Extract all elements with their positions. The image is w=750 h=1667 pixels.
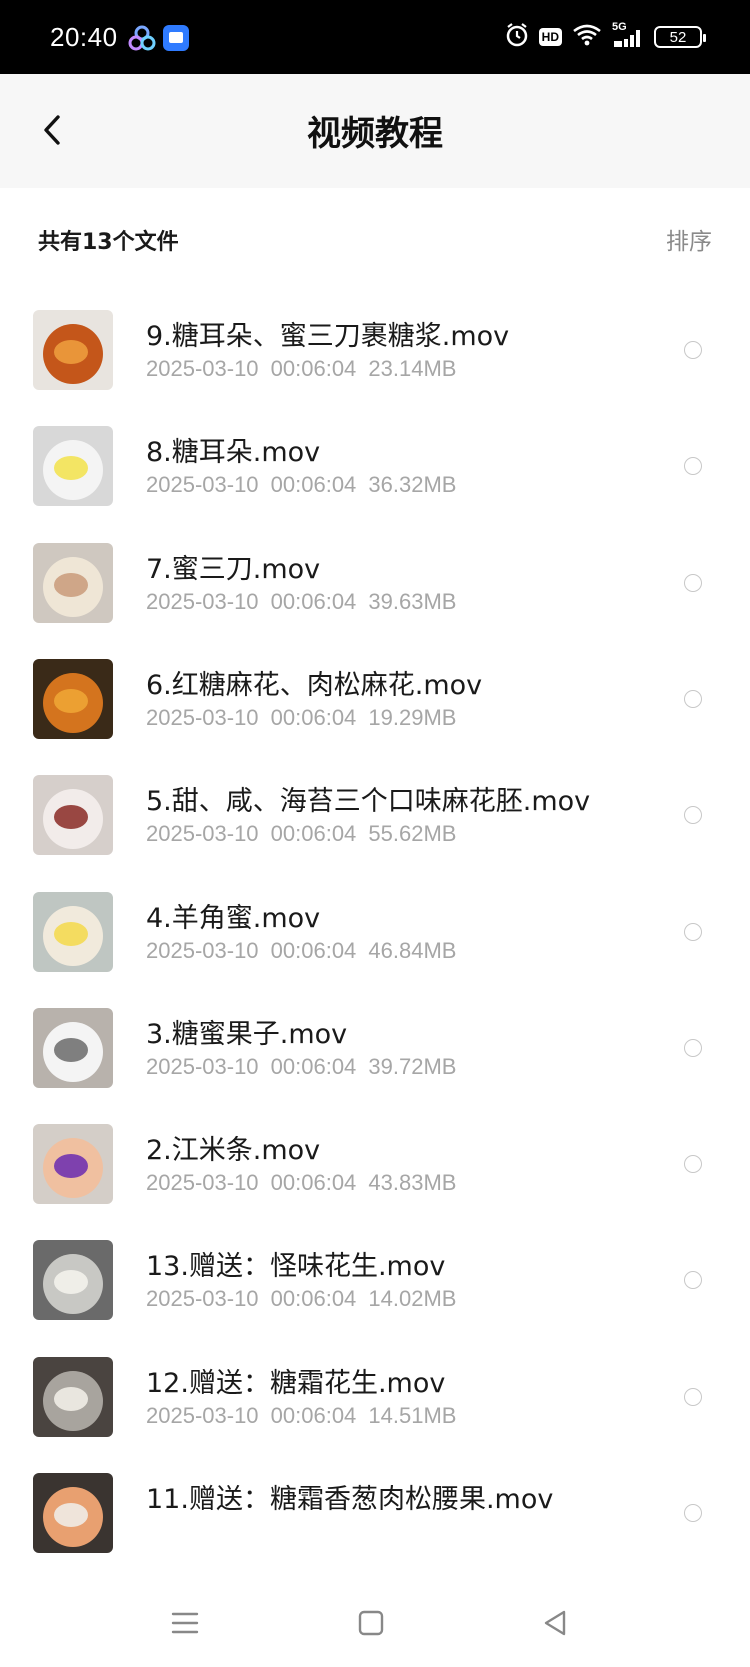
file-meta: 2025-03-10 00:06:04 14.02MB xyxy=(146,1286,457,1312)
select-radio[interactable] xyxy=(684,922,702,941)
file-meta: 2025-03-10 00:06:04 14.51MB xyxy=(146,1402,457,1428)
title-bar: 视频教程 xyxy=(0,74,750,188)
menu-button[interactable] xyxy=(160,1598,210,1648)
file-row[interactable]: 11.赠送：糖霜香葱肉松腰果.mov xyxy=(0,1451,750,1575)
battery-level: 52 xyxy=(669,28,687,46)
list-header: 共有13个文件 排序 xyxy=(0,188,750,288)
status-bar: 20:40 HD 5G 52 xyxy=(0,0,750,74)
file-meta: 2025-03-10 00:06:04 19.29MB xyxy=(146,704,457,730)
select-radio[interactable] xyxy=(684,806,702,825)
message-app-icon xyxy=(162,24,190,52)
page-title: 视频教程 xyxy=(307,114,443,154)
file-row[interactable]: 13.赠送：怪味花生.mov 2025-03-10 00:06:04 14.02M… xyxy=(0,1218,750,1342)
video-thumbnail xyxy=(33,310,113,390)
file-name: 9.糖耳朵、蜜三刀裹糖浆.mov xyxy=(146,321,510,352)
file-name: 6.红糖麻花、肉松麻花.mov xyxy=(146,669,483,701)
file-name: 3.糖蜜果子.mov xyxy=(146,1018,348,1050)
hd-icon: HD xyxy=(538,28,562,46)
video-thumbnail xyxy=(33,1473,113,1553)
select-radio[interactable] xyxy=(684,1504,702,1522)
file-name: 8.糖耳朵.mov xyxy=(146,437,321,469)
file-row[interactable]: 5.甜、咸、海苔三个口味麻花胚.mov 2025-03-10 00:06:04 5… xyxy=(0,753,750,877)
network-type-label: 5G xyxy=(612,21,627,33)
triangle-back-icon xyxy=(544,1610,566,1636)
file-name: 13.赠送：怪味花生.mov xyxy=(146,1251,446,1283)
select-radio[interactable] xyxy=(684,573,702,592)
file-row[interactable]: 7.蜜三刀.mov 2025-03-10 00:06:04 39.63MB xyxy=(0,521,750,645)
select-radio[interactable] xyxy=(684,341,702,359)
select-radio[interactable] xyxy=(684,457,702,476)
file-meta: 2025-03-10 00:06:04 36.32MB xyxy=(146,472,457,498)
wifi-icon xyxy=(572,23,602,51)
video-thumbnail xyxy=(33,1007,113,1088)
file-meta: 2025-03-10 00:06:04 39.63MB xyxy=(146,588,457,614)
video-thumbnail xyxy=(33,1356,113,1437)
file-name: 12.赠送：糖霜花生.mov xyxy=(146,1367,446,1399)
navigation-bar xyxy=(0,1578,750,1667)
sort-button[interactable]: 排序 xyxy=(666,222,712,256)
menu-icon xyxy=(171,1612,199,1634)
alarm-icon xyxy=(505,22,529,52)
video-thumbnail xyxy=(33,426,113,507)
select-radio[interactable] xyxy=(684,1038,702,1057)
select-radio[interactable] xyxy=(684,1271,702,1290)
file-meta: 2025-03-10 00:06:04 39.72MB xyxy=(146,1053,457,1079)
video-thumbnail xyxy=(33,891,113,972)
status-icons: HD 5G 52 xyxy=(505,21,706,52)
file-row[interactable]: 8.糖耳朵.mov 2025-03-10 00:06:04 36.32MB xyxy=(0,404,750,528)
battery-icon: 52 xyxy=(654,26,706,48)
home-button[interactable] xyxy=(346,1598,396,1648)
file-meta: 2025-03-10 00:06:04 46.84MB xyxy=(146,937,457,963)
video-thumbnail xyxy=(33,542,113,623)
file-row[interactable]: 3.糖蜜果子.mov 2025-03-10 00:06:04 39.72MB xyxy=(0,986,750,1110)
file-list: 9.糖耳朵、蜜三刀裹糖浆.mov 2025-03-10 00:06:04 23.1… xyxy=(0,288,750,1578)
select-radio[interactable] xyxy=(684,1155,702,1174)
video-thumbnail xyxy=(33,1240,113,1321)
file-count: 共有13个文件 xyxy=(38,230,179,255)
file-row[interactable]: 2.江米条.mov 2025-03-10 00:06:04 43.83MB xyxy=(0,1102,750,1226)
file-name: 7.蜜三刀.mov xyxy=(146,553,321,585)
video-thumbnail xyxy=(33,1124,113,1205)
select-radio[interactable] xyxy=(684,689,702,708)
square-icon xyxy=(358,1610,384,1636)
video-thumbnail xyxy=(33,658,113,739)
file-name: 5.甜、咸、海苔三个口味麻花胚.mov xyxy=(146,786,591,818)
signal-icon: 5G xyxy=(612,21,644,49)
file-name: 4.羊角蜜.mov xyxy=(146,902,321,934)
file-row[interactable]: 6.红糖麻花、肉松麻花.mov 2025-03-10 00:06:04 19.29… xyxy=(0,637,750,761)
file-row[interactable]: 9.糖耳朵、蜜三刀裹糖浆.mov 2025-03-10 00:06:04 23.1… xyxy=(0,288,750,412)
file-meta: 2025-03-10 00:06:04 55.62MB xyxy=(146,821,457,847)
file-name: 2.江米条.mov xyxy=(146,1135,321,1167)
app-cluster-icon xyxy=(128,24,156,52)
file-row[interactable]: 4.羊角蜜.mov 2025-03-10 00:06:04 46.84MB xyxy=(0,870,750,994)
file-name: 11.赠送：糖霜香葱肉松腰果.mov xyxy=(146,1484,554,1515)
file-row[interactable]: 12.赠送：糖霜花生.mov 2025-03-10 00:06:04 14.51M… xyxy=(0,1335,750,1459)
video-thumbnail xyxy=(33,775,113,856)
file-meta: 2025-03-10 00:06:04 43.83MB xyxy=(146,1170,457,1196)
status-time: 20:40 xyxy=(50,22,118,52)
nav-back-button[interactable] xyxy=(530,1598,580,1648)
select-radio[interactable] xyxy=(684,1387,702,1406)
file-meta: 2025-03-10 00:06:04 23.14MB xyxy=(146,356,457,381)
